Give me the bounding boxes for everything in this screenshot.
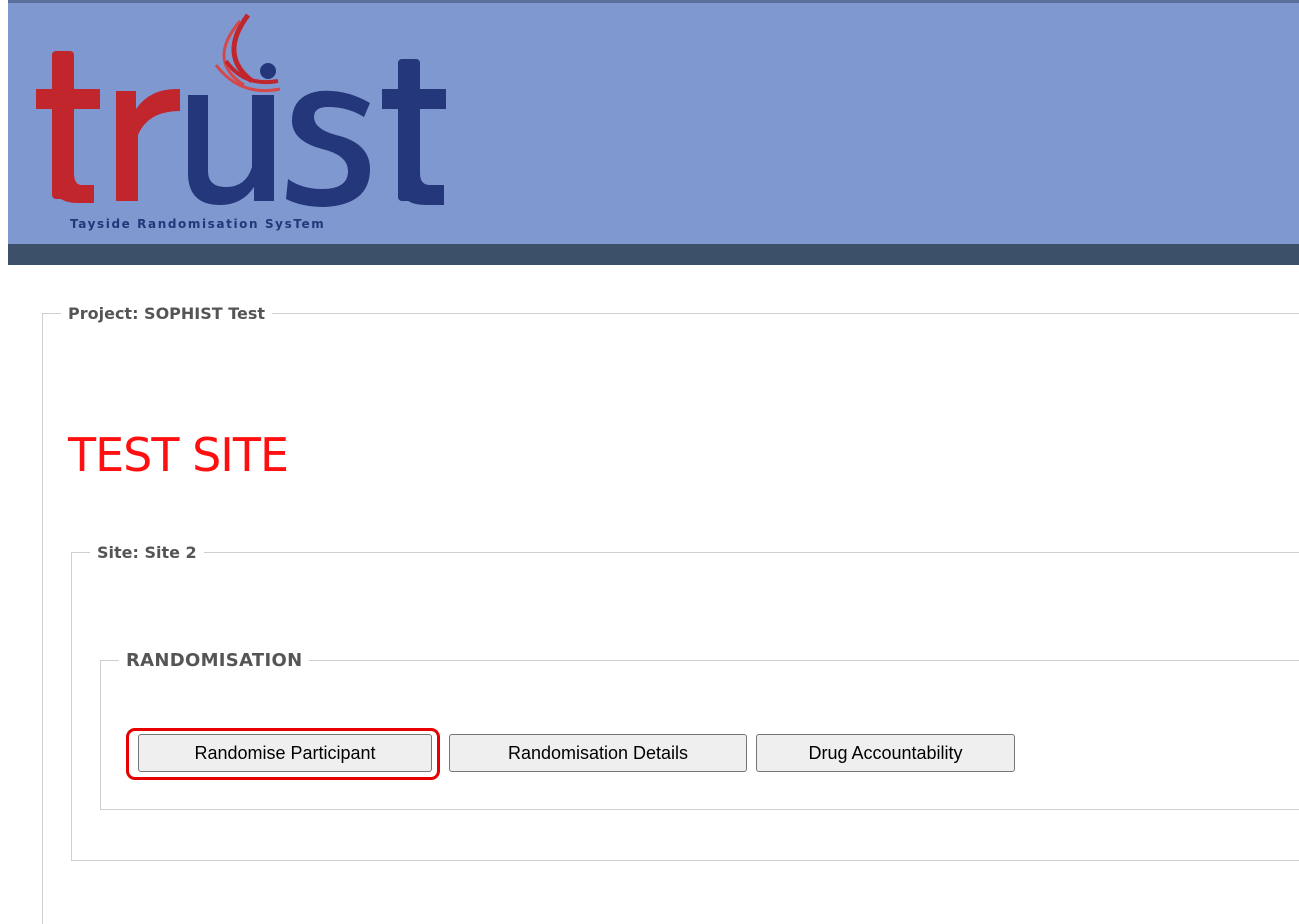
logo-swoosh-icon [214, 13, 281, 93]
trust-logo [36, 13, 446, 207]
logo-tagline: Tayside Randomisation SysTem [70, 217, 326, 231]
header-strip [8, 244, 1299, 265]
drug-accountability-button[interactable]: Drug Accountability [756, 734, 1015, 772]
randomise-participant-button[interactable]: Randomise Participant [138, 734, 432, 772]
site-title: TEST SITE [68, 428, 289, 482]
logo-letter-u [188, 95, 274, 205]
logo-letter-t2 [382, 59, 446, 205]
header-banner: Tayside Randomisation SysTem [8, 0, 1299, 244]
project-legend: Project: SOPHIST Test [68, 304, 266, 323]
randomisation-panel: RANDOMISATION [100, 650, 1299, 810]
randomisation-details-button[interactable]: Randomisation Details [449, 734, 747, 772]
logo-letter-s [286, 90, 370, 207]
site-legend: Site: Site 2 [97, 543, 197, 562]
logo-letter-r [116, 89, 180, 201]
logo-letter-t [36, 51, 100, 203]
randomisation-legend: RANDOMISATION [126, 650, 303, 671]
